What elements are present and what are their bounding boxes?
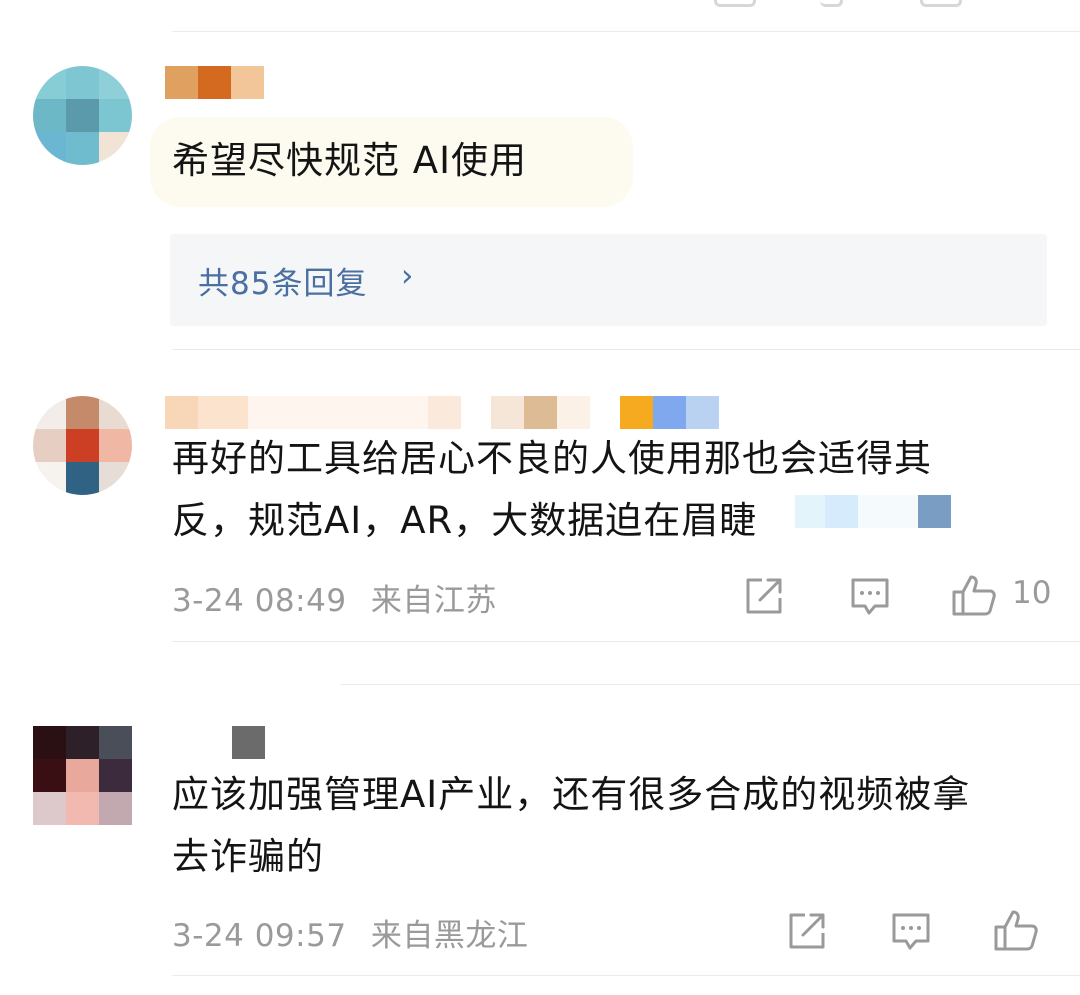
avatar[interactable] <box>33 726 132 825</box>
share-icon[interactable] <box>714 0 756 7</box>
avatar[interactable] <box>33 66 132 165</box>
comment-location: 来自江苏 <box>370 583 497 619</box>
comment-icon[interactable] <box>889 909 933 953</box>
view-replies-button[interactable]: 共85条回复 › <box>170 234 1047 326</box>
comment-location: 来自黑龙江 <box>370 918 529 954</box>
comment-meta: 3-24 09:57 来自黑龙江 <box>172 910 528 955</box>
comment-meta: 3-24 08:49 来自江苏 <box>172 575 497 620</box>
thumbs-up-icon[interactable] <box>950 572 998 616</box>
thumbs-up-icon[interactable] <box>992 907 1040 951</box>
replies-label: 共85条回复 <box>198 266 368 302</box>
comment-icon[interactable] <box>848 574 892 618</box>
username[interactable] <box>165 66 264 99</box>
comment-date: 3-24 09:57 <box>172 918 347 954</box>
divider <box>172 641 1080 642</box>
divider <box>172 975 1080 976</box>
divider <box>340 684 1080 685</box>
avatar[interactable] <box>33 396 132 495</box>
like-count: 10 <box>1012 575 1052 611</box>
chevron-right-icon: › <box>401 258 414 294</box>
comment-date: 3-24 08:49 <box>172 583 347 619</box>
comment-text: 应该加强管理AI产业，还有很多合成的视频被拿 去诈骗的 <box>172 764 1052 888</box>
obscured-text <box>795 495 955 528</box>
previous-comment-actions <box>0 0 1080 8</box>
divider <box>172 349 1080 350</box>
comment-text-line: 去诈骗的 <box>172 835 324 878</box>
comment-text: 再好的工具给居心不良的人使用那也会适得其 反，规范AI，AR，大数据迫在眉睫 <box>172 428 1052 552</box>
share-icon[interactable] <box>742 574 786 618</box>
comment-list: 希望尽快规范 AI使用 共85条回复 › 再好的工具给居心不良的人使用那也会适得… <box>0 0 1080 995</box>
share-icon[interactable] <box>785 909 829 953</box>
comment-text-line: 再好的工具给居心不良的人使用那也会适得其 <box>172 437 932 480</box>
thumbs-up-icon[interactable] <box>920 0 962 7</box>
divider <box>172 31 1080 32</box>
comment-text: 希望尽快规范 AI使用 <box>172 139 527 182</box>
comment-icon[interactable] <box>820 0 843 7</box>
username[interactable] <box>232 726 265 759</box>
comment-text-line: 应该加强管理AI产业，还有很多合成的视频被拿 <box>172 773 971 816</box>
username[interactable] <box>165 396 719 429</box>
